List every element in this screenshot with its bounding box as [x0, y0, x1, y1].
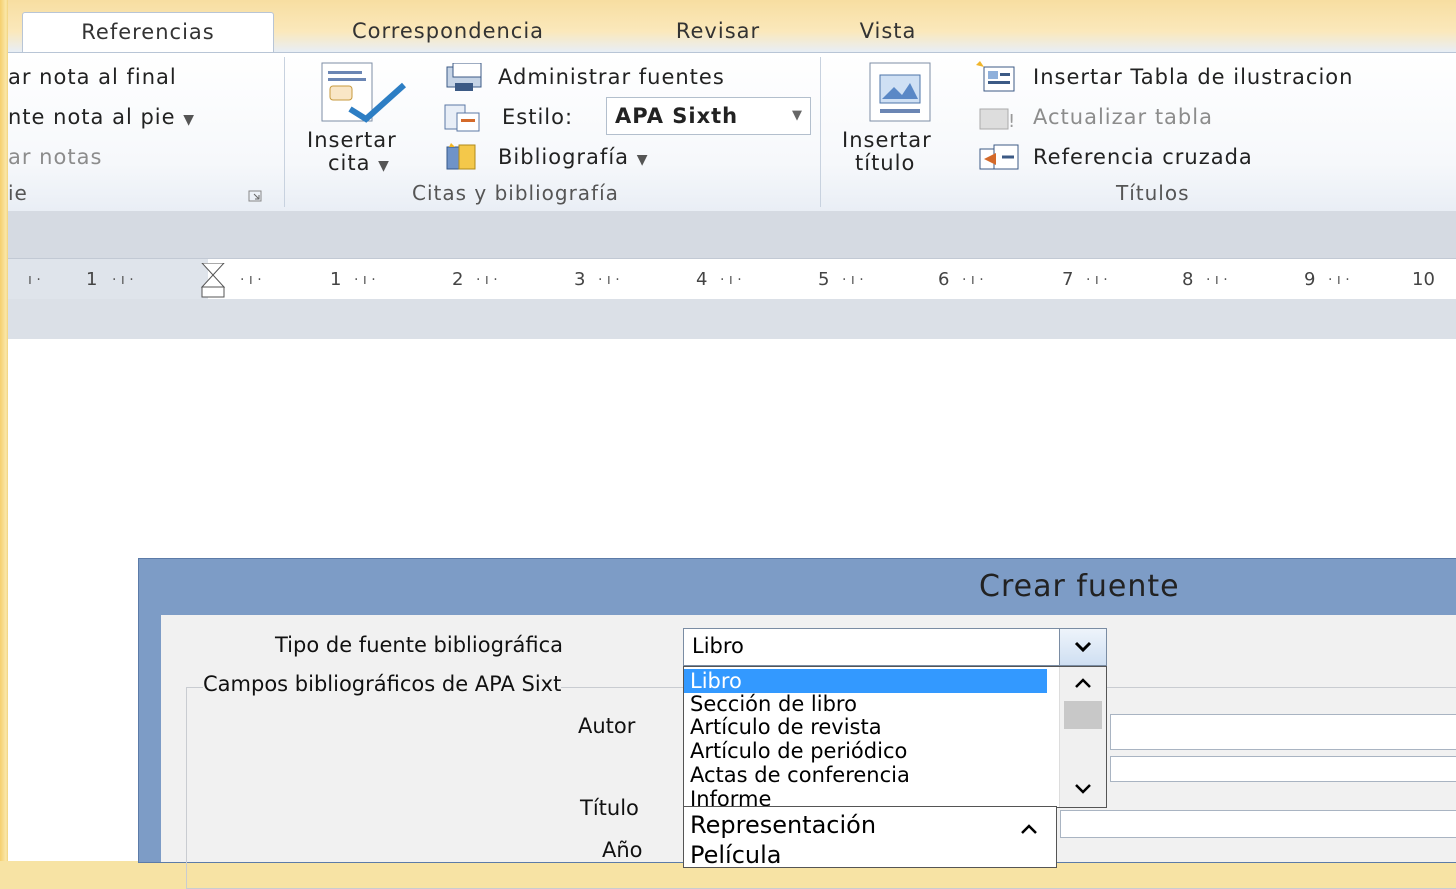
ruler-tick: · ı ·: [720, 272, 742, 288]
ruler-tick: ı ·: [28, 272, 41, 288]
style-label: Estilo:: [502, 105, 574, 129]
manage-sources-button[interactable]: Administrar fuentes: [498, 65, 725, 89]
option-articulo-periodico[interactable]: Artículo de periódico: [684, 739, 907, 763]
insert-citation-label[interactable]: Insertar: [307, 128, 397, 152]
insert-caption-icon[interactable]: [868, 61, 938, 129]
secondary-options-list[interactable]: Representación Película: [683, 806, 1057, 868]
ruler-tick: · ı ·: [598, 272, 620, 288]
ruler-number: 3: [574, 269, 586, 290]
chevron-up-icon: [1075, 678, 1091, 688]
chevron-up-icon: [1021, 824, 1037, 834]
option-representacion[interactable]: Representación: [684, 813, 876, 837]
ribbon-panel: ar nota al final nte nota al pie ▼ ar no…: [8, 52, 1456, 212]
option-informe[interactable]: Informe: [684, 787, 771, 807]
option-libro[interactable]: Libro: [684, 669, 1047, 693]
footnotes-group-label: ie: [8, 181, 28, 205]
ruler-number: 7: [1062, 269, 1074, 290]
ruler-number: 2: [452, 269, 464, 290]
chevron-down-icon: [1075, 784, 1091, 794]
ruler-number: 6: [938, 269, 950, 290]
indent-marker-icon[interactable]: [200, 262, 228, 299]
update-table-icon: !: [976, 103, 1022, 137]
dialog-title: Crear fuente: [979, 569, 1180, 604]
ruler-tick: · ı ·: [842, 272, 864, 288]
ribbon-tab-strip: Referencias Correspondencia Revisar Vist…: [8, 0, 1456, 54]
author-field[interactable]: [1110, 714, 1456, 750]
captions-group-label: Títulos: [1116, 181, 1190, 205]
dropdown-arrow-icon: ▼: [378, 158, 390, 174]
list-scrollbar[interactable]: [1059, 667, 1106, 807]
ruler-tick: · ı ·: [1086, 272, 1108, 288]
next-footnote-button[interactable]: nte nota al pie ▼: [8, 105, 195, 129]
bibliography-icon: [443, 141, 489, 177]
table-of-figures-icon: [976, 61, 1022, 97]
option-seccion-libro[interactable]: Sección de libro: [684, 692, 857, 716]
option-actas-conferencia[interactable]: Actas de conferencia: [684, 763, 910, 787]
source-type-value: Libro: [692, 634, 744, 658]
style-icon: [443, 103, 489, 137]
ruler-tick: · ı ·: [240, 272, 262, 288]
dialog-launcher-icon[interactable]: [248, 187, 262, 206]
bibliography-label: Bibliografía: [498, 145, 630, 169]
scrollbar-thumb[interactable]: [1064, 701, 1102, 729]
ruler-number: 1: [330, 269, 342, 290]
cross-reference-button[interactable]: Referencia cruzada: [1033, 145, 1253, 169]
author-label: Autor: [578, 714, 636, 738]
tab-correspondencia[interactable]: Correspondencia: [308, 12, 588, 52]
insert-citation-icon[interactable]: [320, 61, 410, 129]
fields-group-label: Campos bibliográficos de APA Sixt: [203, 672, 562, 696]
group-separator: [820, 57, 821, 207]
ruler-number: 1: [86, 269, 98, 290]
source-type-options-list[interactable]: Libro Sección de libro Artículo de revis…: [683, 666, 1107, 808]
bibliography-button[interactable]: Bibliografía ▼: [498, 145, 649, 169]
dropdown-arrow-icon: ▼: [636, 152, 649, 168]
style-value: APA Sixth: [615, 104, 739, 128]
style-dropdown[interactable]: APA Sixth ▼: [606, 97, 811, 135]
ruler-tick: · ı ·: [354, 272, 376, 288]
insert-caption-label[interactable]: Insertar: [842, 128, 932, 152]
corporate-author-field[interactable]: [1110, 756, 1456, 782]
year-label: Año: [602, 838, 643, 862]
show-notes-button[interactable]: ar notas: [8, 145, 102, 169]
insert-citation-dropdown[interactable]: cita ▼: [328, 151, 390, 175]
dropdown-button[interactable]: [1059, 629, 1106, 665]
title-label: Título: [580, 796, 639, 820]
ruler-number: 10: [1412, 269, 1435, 290]
ruler-number: 5: [818, 269, 830, 290]
dialog-title-bar[interactable]: Crear fuente: [139, 559, 1456, 615]
svg-text:!: !: [1008, 111, 1015, 132]
ruler-tick: · ı ·: [1328, 272, 1350, 288]
source-type-label: Tipo de fuente bibliográfica: [275, 633, 564, 657]
insert-table-of-figures-button[interactable]: Insertar Tabla de ilustracion: [1033, 65, 1353, 89]
tab-revisar[interactable]: Revisar: [648, 12, 788, 52]
ruler-tick: · ı ·: [962, 272, 984, 288]
option-pelicula[interactable]: Película: [684, 843, 782, 867]
update-table-button[interactable]: Actualizar tabla: [1033, 105, 1213, 129]
ruler-number: 8: [1182, 269, 1194, 290]
insert-citation-label-2: cita: [328, 151, 371, 175]
dropdown-arrow-icon: ▼: [183, 112, 196, 128]
document-area-band: [8, 299, 1456, 339]
chevron-down-icon: ▼: [792, 108, 802, 123]
next-footnote-label: nte nota al pie: [8, 105, 176, 129]
chevron-down-icon: [1074, 641, 1092, 653]
ruler-number: 4: [696, 269, 708, 290]
ruler-tick: · ı ·: [112, 272, 134, 288]
insert-caption-label-2[interactable]: título: [855, 151, 915, 175]
tab-referencias[interactable]: Referencias: [22, 12, 274, 54]
tab-vista[interactable]: Vista: [838, 12, 938, 52]
ruler-tick: · ı ·: [1206, 272, 1228, 288]
source-type-dropdown[interactable]: Libro: [683, 628, 1107, 666]
title-field[interactable]: [1060, 810, 1456, 838]
ruler-tick: · ı ·: [476, 272, 498, 288]
ruler-number: 9: [1304, 269, 1316, 290]
group-separator: [284, 57, 285, 207]
insert-endnote-button[interactable]: ar nota al final: [8, 65, 177, 89]
citations-group-label: Citas y bibliografía: [412, 181, 619, 205]
option-articulo-revista[interactable]: Artículo de revista: [684, 715, 882, 739]
horizontal-ruler[interactable]: ı · 1 · ı · · ı · 1 · ı · 2 · ı · 3 · ı …: [8, 258, 1456, 300]
manage-sources-icon: [443, 62, 489, 97]
cross-reference-icon: [978, 143, 1024, 177]
